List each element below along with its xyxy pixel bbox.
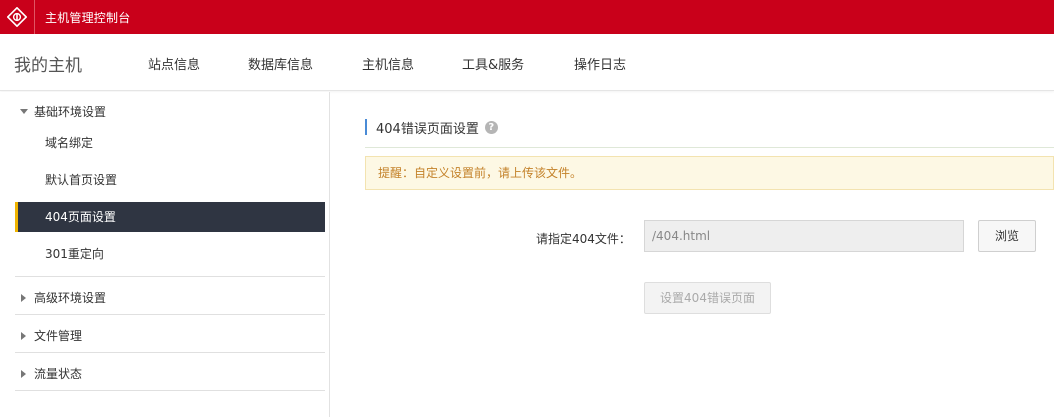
section-title: 404错误页面设置 ?: [365, 119, 498, 137]
sidebar-group-traffic-status[interactable]: 流量状态: [20, 365, 82, 382]
chevron-right-icon: [21, 293, 26, 302]
chevron-down-icon: [20, 109, 28, 114]
sidebar-item-domain-binding[interactable]: 域名绑定: [15, 128, 325, 158]
sidebar-divider: [15, 276, 325, 277]
nav-item-site-info[interactable]: 站点信息: [148, 54, 200, 73]
sidebar-group-label: 高级环境设置: [34, 291, 107, 305]
sidebar-item-default-homepage[interactable]: 默认首页设置: [15, 165, 325, 195]
section-title-text: 404错误页面设置: [376, 121, 479, 137]
chevron-right-icon: [21, 331, 26, 340]
nav-item-operation-log[interactable]: 操作日志: [574, 54, 626, 73]
top-bar: 主机管理控制台: [0, 0, 1054, 34]
sidebar-item-404-page[interactable]: 404页面设置: [15, 202, 325, 232]
sidebar-group-basic-env[interactable]: 基础环境设置: [20, 103, 106, 120]
chevron-right-icon: [21, 369, 26, 378]
sidebar-divider: [15, 390, 325, 391]
topbar-divider: [34, 0, 35, 34]
brand-logo-icon[interactable]: [0, 0, 34, 34]
console-title: 主机管理控制台: [45, 10, 131, 25]
sidebar-item-301-redirect[interactable]: 301重定向: [15, 239, 325, 269]
main-content: 404错误页面设置 ? 提醒：自定义设置前，请上传该文件。 请指定404文件： …: [331, 92, 1054, 417]
set-404-page-button[interactable]: 设置404错误页面: [644, 282, 771, 314]
nav-brand[interactable]: 我的主机: [14, 51, 82, 76]
help-icon[interactable]: ?: [484, 120, 498, 134]
sidebar-group-file-management[interactable]: 文件管理: [20, 327, 82, 344]
section-divider: [365, 147, 1054, 148]
file-field-label: 请指定404文件：: [536, 232, 631, 246]
sidebar-group-label: 文件管理: [34, 329, 83, 343]
sidebar-group-label: 流量状态: [34, 367, 83, 381]
main-nav: 我的主机 站点信息 数据库信息 主机信息 工具&服务 操作日志: [0, 34, 1054, 91]
browse-button[interactable]: 浏览: [978, 220, 1036, 252]
sidebar-group-advanced-env[interactable]: 高级环境设置: [20, 289, 106, 306]
notice-banner: 提醒：自定义设置前，请上传该文件。: [365, 156, 1054, 190]
sidebar-group-label: 基础环境设置: [34, 105, 107, 119]
nav-item-database-info[interactable]: 数据库信息: [248, 54, 313, 73]
file-path-input[interactable]: [644, 220, 964, 252]
nav-item-host-info[interactable]: 主机信息: [362, 54, 414, 73]
nav-item-tools-services[interactable]: 工具&服务: [462, 54, 524, 73]
sidebar-divider: [15, 314, 325, 315]
sidebar-divider: [15, 352, 325, 353]
sidebar: 基础环境设置 域名绑定 默认首页设置 404页面设置 301重定向 高级环境设置…: [0, 92, 330, 417]
